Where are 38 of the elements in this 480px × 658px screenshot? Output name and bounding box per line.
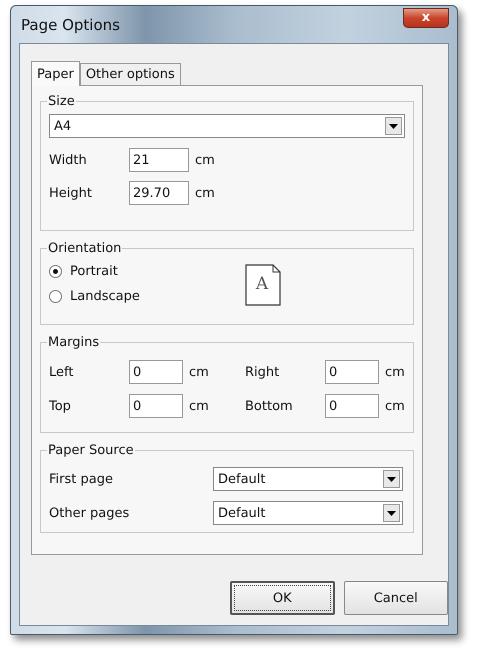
unit-label: cm	[189, 398, 209, 414]
field-label: Height	[49, 186, 93, 200]
paper-source-dropdown[interactable]: Default	[213, 501, 403, 525]
field-label: Top	[49, 398, 72, 414]
close-button[interactable]: x	[403, 8, 449, 28]
tab[interactable]: Other options	[80, 63, 181, 85]
radio-option[interactable]: Portrait	[49, 264, 245, 279]
margin-field[interactable]: 0	[129, 360, 183, 384]
width-field[interactable]: 21	[129, 148, 189, 172]
paper-source-dropdown[interactable]: Default	[213, 467, 403, 491]
tab[interactable]: Paper	[31, 61, 80, 86]
margin-field[interactable]: 0	[129, 394, 183, 418]
unit-label: cm	[189, 364, 209, 380]
field-label: First page	[49, 472, 114, 486]
field-label: Left	[49, 364, 74, 380]
field-label: Right	[245, 364, 280, 380]
field-label: Other pages	[49, 506, 130, 520]
unit-label: cm	[385, 398, 405, 414]
group-label: Paper Source	[47, 443, 135, 458]
unit-label: cm	[385, 364, 405, 380]
radio-button[interactable]	[49, 290, 62, 303]
unit-label: cm	[195, 186, 215, 200]
group-label: Size	[47, 94, 76, 109]
window-title: Page Options	[21, 16, 120, 34]
radio-option[interactable]: Landscape	[49, 289, 245, 304]
margin-field[interactable]: 0	[325, 360, 379, 384]
page-icon: A	[245, 264, 281, 306]
field-label: Bottom	[245, 398, 294, 414]
margin-field[interactable]: 0	[325, 394, 379, 418]
group-label: Margins	[47, 335, 100, 350]
radio-button[interactable]	[49, 265, 62, 278]
height-field[interactable]: 29.70	[129, 181, 189, 205]
field-label: Width	[49, 152, 88, 168]
paper-size-dropdown[interactable]: A4	[49, 114, 405, 138]
dialog-button[interactable]: Cancel	[344, 581, 448, 615]
dialog-button[interactable]: OK	[230, 581, 335, 615]
unit-label: cm	[195, 152, 215, 168]
group-label: Orientation	[47, 241, 122, 256]
